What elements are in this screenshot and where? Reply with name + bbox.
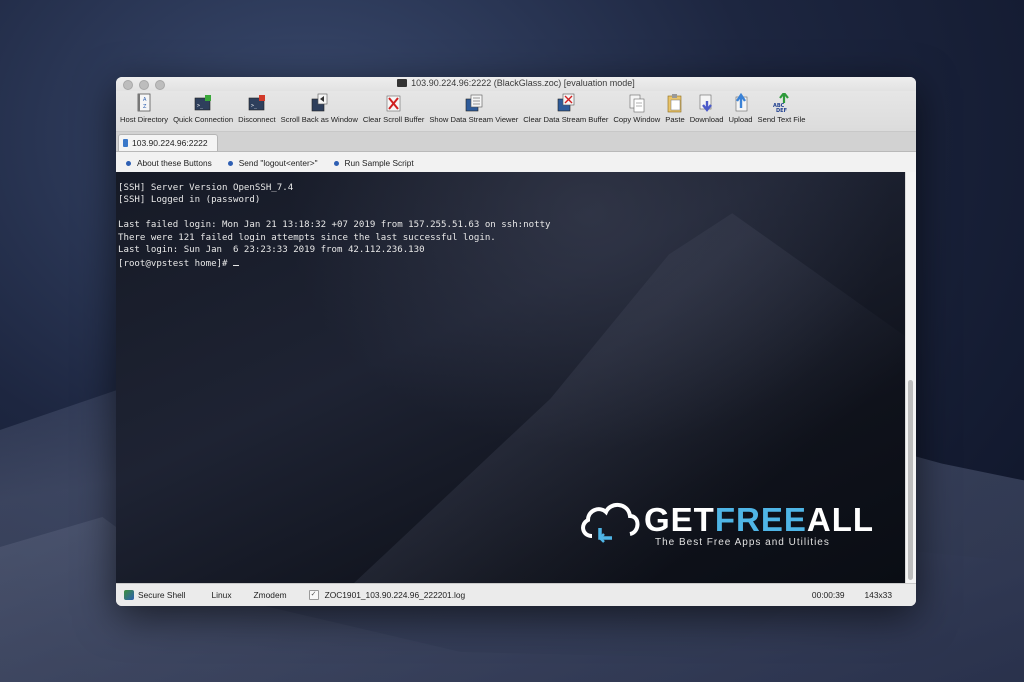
status-timer: 00:00:39 bbox=[811, 590, 845, 600]
scrollback-icon bbox=[310, 93, 328, 113]
terminal-output: [SSH] Server Version OpenSSH_7.4 [SSH] L… bbox=[118, 182, 551, 271]
terminal-scrollbar[interactable] bbox=[905, 172, 916, 584]
about-buttons-button[interactable]: About these Buttons bbox=[126, 158, 212, 168]
session-icon bbox=[123, 139, 128, 147]
terminal-line: [SSH] Server Version OpenSSH_7.4 bbox=[118, 183, 294, 193]
status-size: 143x33 bbox=[864, 590, 892, 600]
status-transfer[interactable]: Zmodem bbox=[254, 590, 287, 600]
quick-connect-icon: >_ bbox=[194, 93, 212, 113]
disconnect-button[interactable]: >_ Disconnect bbox=[238, 93, 276, 124]
svg-text:>_: >_ bbox=[251, 103, 258, 109]
upload-icon bbox=[732, 92, 750, 113]
svg-text:Z: Z bbox=[143, 104, 147, 110]
svg-text:DEF: DEF bbox=[776, 108, 787, 113]
bullet-icon bbox=[126, 160, 131, 166]
data-stream-icon bbox=[465, 93, 483, 113]
clear-data-stream-buffer-button[interactable]: Clear Data Stream Buffer bbox=[523, 93, 608, 124]
send-text-icon: ABC DEF bbox=[773, 91, 791, 114]
terminal-line: Last failed login: Mon Jan 21 13:18:32 +… bbox=[118, 220, 551, 231]
bullet-icon bbox=[333, 160, 339, 166]
cloud-icon bbox=[581, 503, 640, 543]
address-book-icon: AZ bbox=[135, 93, 153, 113]
download-icon bbox=[698, 93, 716, 113]
status-bar: Secure Shell Linux Zmodem ✓ ZOC1901_103.… bbox=[116, 583, 916, 606]
send-logout-button[interactable]: Send "logout<enter>" bbox=[227, 158, 318, 168]
terminal-line: There were 121 failed login attempts sin… bbox=[118, 232, 496, 243]
title-bar[interactable]: 103.90.224.96:2222 (BlackGlass.zoc) [eva… bbox=[116, 77, 916, 91]
run-sample-script-button[interactable]: Run Sample Script bbox=[333, 158, 414, 168]
host-directory-button[interactable]: AZ Host Directory bbox=[120, 93, 168, 124]
toolbar: AZ Host Directory >_ Quick Connection >_… bbox=[116, 91, 916, 132]
svg-text:A: A bbox=[143, 97, 147, 103]
quick-connection-button[interactable]: >_ Quick Connection bbox=[173, 93, 233, 124]
disconnect-icon: >_ bbox=[248, 93, 266, 113]
terminal-line: Last login: Sun Jan 6 23:23:33 2019 from… bbox=[118, 245, 425, 256]
bullet-icon bbox=[227, 160, 233, 166]
scrollbar-thumb[interactable] bbox=[908, 380, 913, 580]
svg-text:>_: >_ bbox=[197, 103, 204, 109]
upload-button[interactable]: Upload bbox=[728, 92, 753, 124]
status-emulation[interactable]: Linux bbox=[212, 590, 232, 600]
watermark-tagline: The Best Free Apps and Utilities bbox=[655, 537, 830, 548]
paste-icon bbox=[666, 93, 684, 113]
terminal-prompt: [root@vpstest home]# bbox=[118, 259, 233, 270]
terminal-line: [SSH] Logged in (password) bbox=[118, 195, 261, 206]
log-checkbox-icon[interactable]: ✓ bbox=[308, 590, 319, 600]
session-tab-bar: 103.90.224.96:2222 bbox=[116, 132, 916, 152]
watermark-logo: GETFREEALL The Best Free Apps and Utilit… bbox=[578, 498, 878, 553]
paste-button[interactable]: Paste bbox=[665, 93, 685, 124]
copy-icon bbox=[628, 93, 646, 113]
status-logfile[interactable]: ✓ ZOC1901_103.90.224.96_222201.log bbox=[308, 590, 465, 600]
window-title: 103.90.224.96:2222 (BlackGlass.zoc) [eva… bbox=[116, 78, 916, 88]
clear-buffer-icon bbox=[385, 93, 403, 113]
status-protocol[interactable]: Secure Shell bbox=[124, 590, 186, 600]
terminal-cursor bbox=[232, 256, 239, 267]
secure-shell-icon bbox=[124, 590, 134, 600]
status-right: 00:00:39 143x33 bbox=[812, 590, 892, 600]
show-data-stream-viewer-button[interactable]: Show Data Stream Viewer bbox=[429, 93, 518, 124]
scroll-back-window-button[interactable]: Scroll Back as Window bbox=[281, 93, 358, 124]
tab-session[interactable]: 103.90.224.96:2222 bbox=[118, 134, 218, 151]
send-text-file-button[interactable]: ABC DEF Send Text File bbox=[758, 91, 806, 124]
clear-scroll-buffer-button[interactable]: Clear Scroll Buffer bbox=[363, 93, 424, 124]
watermark-brand: GETFREEALL bbox=[644, 501, 875, 538]
download-button[interactable]: Download bbox=[690, 93, 723, 124]
terminal-icon bbox=[397, 79, 408, 87]
copy-window-button[interactable]: Copy Window bbox=[613, 93, 660, 124]
clear-stream-icon bbox=[557, 93, 575, 113]
